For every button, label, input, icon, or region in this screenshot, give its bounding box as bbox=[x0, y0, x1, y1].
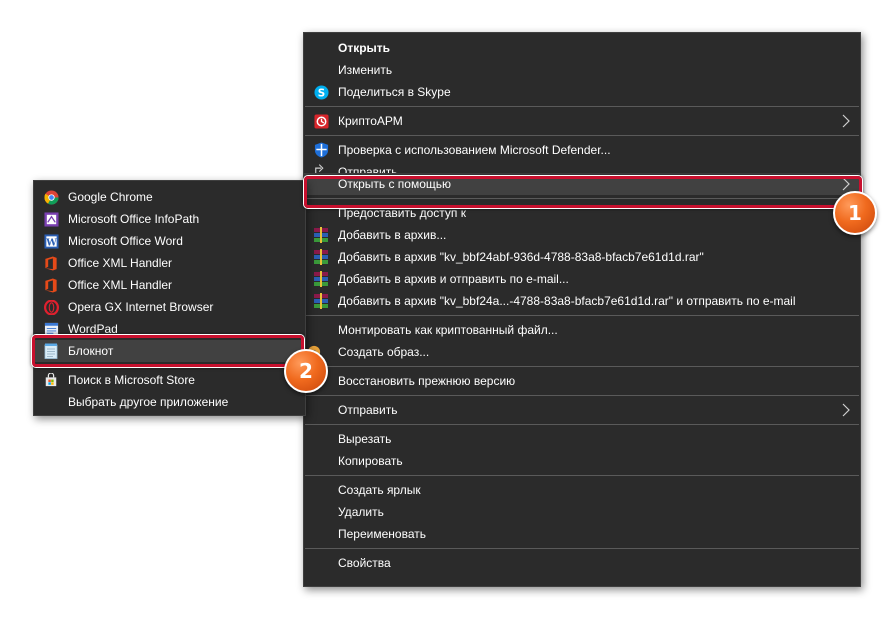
menu-item-label: Microsoft Office Word bbox=[68, 234, 183, 248]
infopath-icon bbox=[43, 211, 59, 227]
menu-item-label: Переименовать bbox=[338, 527, 426, 541]
menu-separator bbox=[305, 366, 859, 367]
menu-separator bbox=[35, 365, 304, 366]
menu-item-grant-access[interactable]: Предоставить доступ к bbox=[304, 202, 860, 224]
submenu-item-store[interactable]: Поиск в Microsoft Store bbox=[34, 369, 305, 391]
menu-item-label: Свойства bbox=[338, 556, 391, 570]
step-badge-2: 2 bbox=[284, 349, 328, 393]
share-icon bbox=[313, 161, 329, 173]
menu-item-open-with[interactable]: Открыть с помощью bbox=[304, 173, 860, 195]
menu-item-label: Удалить bbox=[338, 505, 384, 519]
menu-separator bbox=[305, 475, 859, 476]
menu-item-label: Создать образ... bbox=[338, 345, 430, 359]
menu-item-cut[interactable]: Вырезать bbox=[304, 428, 860, 450]
menu-item-label: Отправить bbox=[338, 165, 398, 173]
menu-item-label: Изменить bbox=[338, 63, 393, 77]
menu-item-label: Office XML Handler bbox=[68, 256, 173, 270]
office-icon bbox=[43, 277, 59, 293]
submenu-item-word[interactable]: W Microsoft Office Word bbox=[34, 230, 305, 252]
word-icon: W bbox=[43, 233, 59, 249]
menu-item-label: Восстановить прежнюю версию bbox=[338, 374, 516, 388]
menu-item-delete[interactable]: Удалить bbox=[304, 501, 860, 523]
submenu-item-opera[interactable]: Opera GX Internet Browser bbox=[34, 296, 305, 318]
menu-item-restore-version[interactable]: Восстановить прежнюю версию bbox=[304, 370, 860, 392]
submenu-item-choose-other[interactable]: Выбрать другое приложение bbox=[34, 391, 305, 413]
menu-item-label: Поделиться в Skype bbox=[338, 85, 451, 99]
menu-item-label: Блокнот bbox=[68, 344, 114, 358]
menu-item-create-shortcut[interactable]: Создать ярлык bbox=[304, 479, 860, 501]
crypto-arm-icon bbox=[313, 113, 329, 129]
skype-icon: S bbox=[313, 84, 329, 100]
submenu-item-notepad[interactable]: Блокнот bbox=[34, 340, 305, 362]
submenu-item-xml-handler-1[interactable]: Office XML Handler bbox=[34, 252, 305, 274]
menu-item-crypto-arm[interactable]: КриптоАРМ bbox=[304, 110, 860, 132]
menu-item-add-archive-email[interactable]: Добавить в архив и отправить по e-mail..… bbox=[304, 268, 860, 290]
opera-gx-icon bbox=[43, 299, 59, 315]
menu-separator bbox=[305, 548, 859, 549]
menu-item-send-partial[interactable]: Отправить bbox=[304, 161, 860, 173]
menu-item-label: Добавить в архив... bbox=[338, 228, 447, 242]
menu-item-label: Office XML Handler bbox=[68, 278, 173, 292]
menu-item-properties[interactable]: Свойства bbox=[304, 552, 860, 574]
menu-item-label: Монтировать как криптованный файл... bbox=[338, 323, 558, 337]
menu-item-label: Google Chrome bbox=[68, 190, 153, 204]
menu-item-label: Создать ярлык bbox=[338, 483, 421, 497]
defender-shield-icon bbox=[313, 142, 329, 158]
submenu-item-xml-handler-2[interactable]: Office XML Handler bbox=[34, 274, 305, 296]
menu-item-label: Добавить в архив "kv_bbf24a...-4788-83a8… bbox=[338, 294, 796, 308]
menu-item-label: Копировать bbox=[338, 454, 403, 468]
winrar-icon bbox=[313, 227, 329, 243]
winrar-icon bbox=[313, 249, 329, 265]
menu-item-label: Предоставить доступ к bbox=[338, 206, 466, 220]
menu-separator bbox=[305, 395, 859, 396]
menu-separator bbox=[305, 106, 859, 107]
menu-item-edit[interactable]: Изменить bbox=[304, 59, 860, 81]
winrar-icon bbox=[313, 271, 329, 287]
menu-separator bbox=[305, 424, 859, 425]
chevron-right-icon bbox=[840, 110, 852, 132]
menu-item-add-named-archive-email[interactable]: Добавить в архив "kv_bbf24a...-4788-83a8… bbox=[304, 290, 860, 312]
context-menu: Открыть Изменить S Поделиться в Skype Кр… bbox=[303, 32, 861, 587]
menu-item-label: Добавить в архив "kv_bbf24abf-936d-4788-… bbox=[338, 250, 704, 264]
menu-item-copy[interactable]: Копировать bbox=[304, 450, 860, 472]
chevron-right-icon bbox=[840, 399, 852, 421]
menu-item-label: Открыть с помощью bbox=[338, 177, 452, 191]
menu-item-label: Выбрать другое приложение bbox=[68, 395, 229, 409]
menu-item-label: Проверка с использованием Microsoft Defe… bbox=[338, 143, 611, 157]
menu-item-label: Вырезать bbox=[338, 432, 392, 446]
microsoft-store-icon bbox=[43, 372, 59, 388]
svg-text:S: S bbox=[317, 87, 324, 99]
notepad-icon bbox=[43, 343, 59, 359]
menu-item-rename[interactable]: Переименовать bbox=[304, 523, 860, 545]
menu-item-mount-crypto[interactable]: Монтировать как криптованный файл... bbox=[304, 319, 860, 341]
menu-item-send-to[interactable]: Отправить bbox=[304, 399, 860, 421]
menu-item-open[interactable]: Открыть bbox=[304, 37, 860, 59]
winrar-icon bbox=[313, 293, 329, 309]
menu-item-label: Добавить в архив и отправить по e-mail..… bbox=[338, 272, 569, 286]
menu-item-label: Открыть bbox=[338, 41, 391, 55]
menu-item-label: Opera GX Internet Browser bbox=[68, 300, 214, 314]
menu-item-add-archive[interactable]: Добавить в архив... bbox=[304, 224, 860, 246]
submenu-item-chrome[interactable]: Google Chrome bbox=[34, 186, 305, 208]
chrome-icon bbox=[43, 189, 59, 205]
menu-separator bbox=[305, 315, 859, 316]
menu-separator bbox=[305, 135, 859, 136]
wordpad-icon bbox=[43, 321, 59, 337]
menu-item-add-named-archive[interactable]: Добавить в архив "kv_bbf24abf-936d-4788-… bbox=[304, 246, 860, 268]
submenu-item-wordpad[interactable]: WordPad bbox=[34, 318, 305, 340]
menu-item-label: WordPad bbox=[68, 322, 118, 336]
menu-item-label: Microsoft Office InfoPath bbox=[68, 212, 200, 226]
menu-item-label: КриптоАРМ bbox=[338, 114, 403, 128]
menu-item-create-image[interactable]: Создать образ... bbox=[304, 341, 860, 363]
menu-separator bbox=[305, 198, 859, 199]
submenu-item-infopath[interactable]: Microsoft Office InfoPath bbox=[34, 208, 305, 230]
open-with-submenu: Google Chrome Microsoft Office InfoPath … bbox=[33, 180, 306, 416]
menu-item-label: Отправить bbox=[338, 403, 398, 417]
step-badge-1: 1 bbox=[833, 191, 877, 235]
svg-text:W: W bbox=[45, 237, 57, 248]
menu-item-defender-scan[interactable]: Проверка с использованием Microsoft Defe… bbox=[304, 139, 860, 161]
menu-item-label: Поиск в Microsoft Store bbox=[68, 373, 195, 387]
office-icon bbox=[43, 255, 59, 271]
menu-item-share-skype[interactable]: S Поделиться в Skype bbox=[304, 81, 860, 103]
